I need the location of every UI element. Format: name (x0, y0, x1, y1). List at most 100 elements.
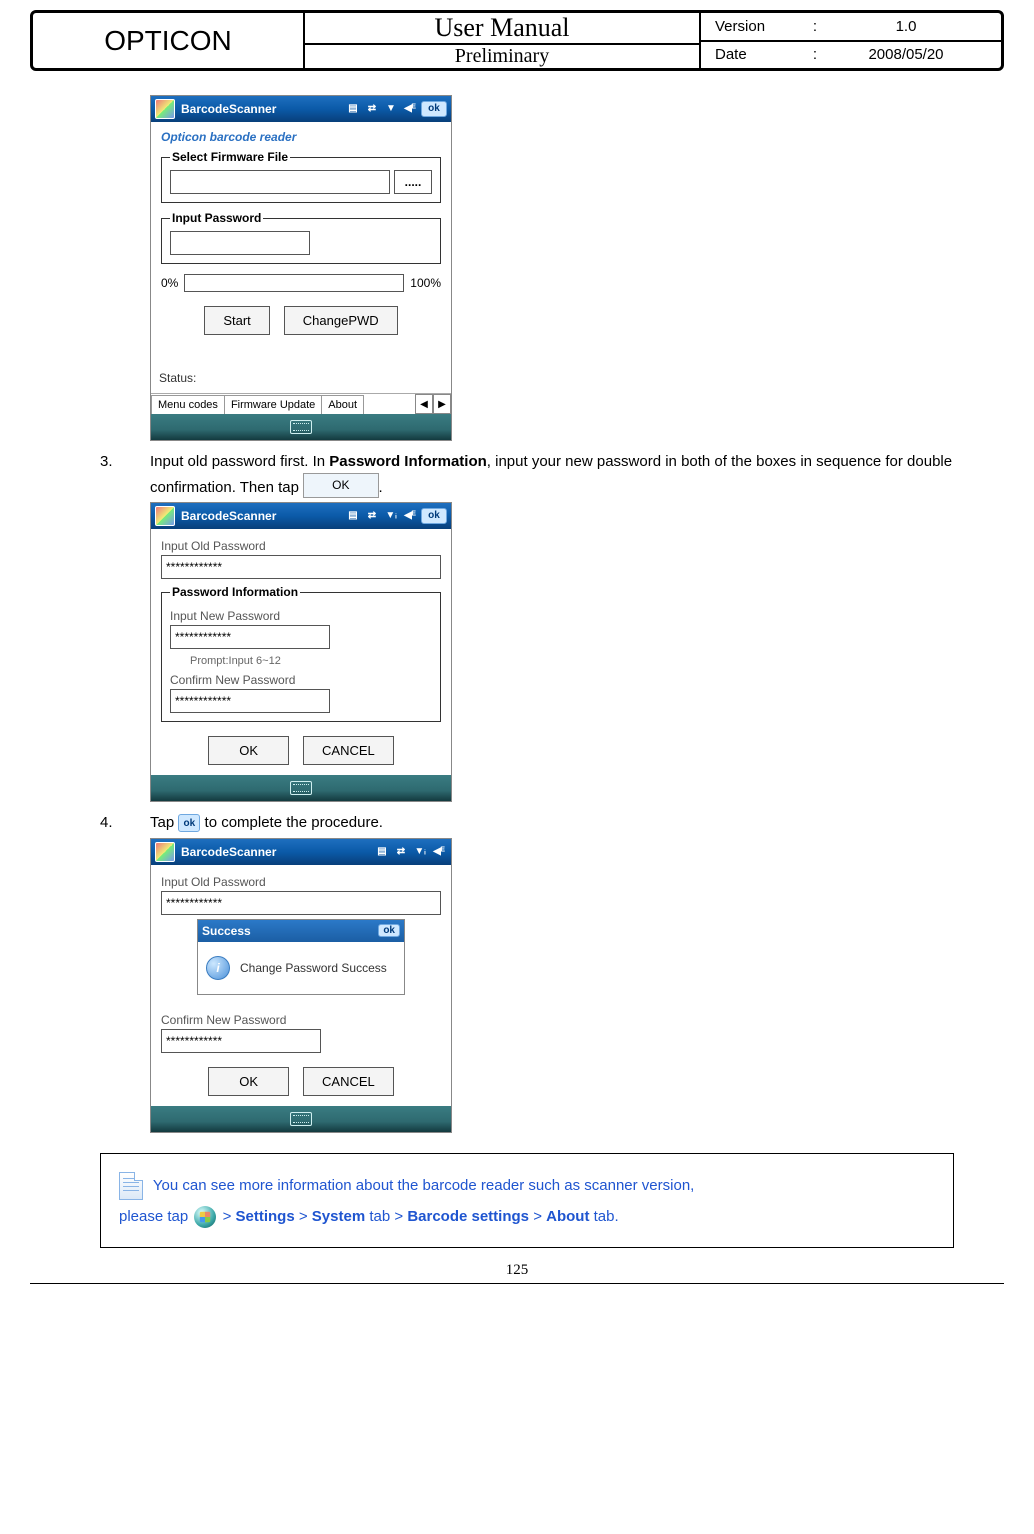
start-button[interactable]: Start (204, 306, 269, 335)
dialog-title: Success (202, 924, 251, 938)
ok-button-image: OK (303, 473, 378, 497)
sep: > (533, 1208, 546, 1225)
step-number: 4. (100, 810, 150, 836)
confirm-password-label: Confirm New Password (170, 673, 432, 687)
screenshot-firmware-update: BarcodeScanner ▤ ⇄ ▼ ◀ᴱ ok Opticon barco… (150, 95, 452, 441)
progress-100-label: 100% (410, 276, 441, 290)
doc-header: OPTICON User Manual Preliminary Version … (30, 10, 1004, 71)
keyboard-icon[interactable] (290, 1112, 312, 1126)
step-3: 3. Input old password first. In Password… (100, 449, 954, 500)
browse-button[interactable]: ..... (394, 170, 432, 194)
tray-icon: ⇄ (393, 845, 409, 859)
note-box: You can see more information about the b… (100, 1153, 954, 1248)
password-info-fieldset: Password Information Input New Password … (161, 585, 441, 722)
cancel-button[interactable]: CANCEL (303, 1067, 394, 1096)
sep: > (394, 1208, 407, 1225)
ok-button[interactable]: OK (208, 736, 289, 765)
step-text: Input old password first. In (150, 453, 329, 470)
soft-keyboard-bar (151, 414, 451, 440)
version-sep: : (805, 18, 825, 35)
window-title: BarcodeScanner (181, 845, 276, 859)
manual-subtitle: Preliminary (305, 45, 699, 68)
keyboard-icon[interactable] (290, 420, 312, 434)
password-info-legend: Password Information (170, 585, 300, 599)
window-titlebar: BarcodeScanner ▤ ⇄ ▼ᵢ ◀ᴱ (151, 839, 451, 865)
step-text: Tap (150, 814, 178, 831)
suffix: tab. (589, 1208, 618, 1225)
tab-scroll-left[interactable]: ◀ (415, 394, 433, 414)
old-password-label: Input Old Password (161, 875, 441, 889)
tab-scroll-right[interactable]: ▶ (433, 394, 451, 414)
app-banner: Opticon barcode reader (161, 130, 441, 144)
step-text: . (379, 479, 383, 496)
signal-icon: ▼ᵢ (412, 845, 428, 859)
volume-icon: ◀ᴱ (402, 509, 418, 523)
input-password-fieldset: Input Password (161, 211, 441, 264)
tab-firmware-update[interactable]: Firmware Update (224, 395, 322, 414)
success-dialog: Success ok i Change Password Success (197, 919, 405, 995)
select-firmware-legend: Select Firmware File (170, 150, 290, 164)
path-barcode-settings: Barcode settings (407, 1208, 529, 1225)
date-label: Date (715, 46, 805, 63)
soft-keyboard-bar (151, 1106, 451, 1132)
version-value: 1.0 (825, 18, 987, 35)
signal-icon: ▼ (383, 102, 399, 116)
confirm-password-label: Confirm New Password (161, 1013, 441, 1027)
tray-icon: ▤ (345, 509, 361, 523)
old-password-input[interactable]: ************ (161, 555, 441, 579)
keyboard-icon[interactable] (290, 781, 312, 795)
confirm-password-input[interactable]: ************ (161, 1029, 321, 1053)
tray-icon: ▤ (374, 845, 390, 859)
cancel-button[interactable]: CANCEL (303, 736, 394, 765)
window-title: BarcodeScanner (181, 102, 276, 116)
tab-about[interactable]: About (321, 395, 364, 414)
dialog-ok-button[interactable]: ok (378, 924, 400, 937)
version-label: Version (715, 18, 805, 35)
sep: > (223, 1208, 236, 1225)
new-password-input[interactable]: ************ (170, 625, 330, 649)
step-number: 3. (100, 449, 150, 500)
step-4: 4. Tap ok to complete the procedure. (100, 810, 954, 836)
progress-0-label: 0% (161, 276, 178, 290)
path-system: System (312, 1208, 365, 1225)
select-firmware-fieldset: Select Firmware File ..... (161, 150, 441, 203)
page-number: 125 (30, 1262, 1004, 1284)
dialog-message: Change Password Success (240, 961, 387, 975)
screenshot-success: BarcodeScanner ▤ ⇄ ▼ᵢ ◀ᴱ Input Old Passw… (150, 838, 452, 1133)
path-settings: Settings (236, 1208, 295, 1225)
tray-icon: ⇄ (364, 102, 380, 116)
tab-menu-codes[interactable]: Menu codes (151, 395, 225, 414)
sep: > (299, 1208, 312, 1225)
changepwd-button[interactable]: ChangePWD (284, 306, 398, 335)
window-title: BarcodeScanner (181, 509, 276, 523)
ok-button[interactable]: ok (421, 508, 447, 524)
soft-keyboard-bar (151, 775, 451, 801)
app-icon (155, 99, 175, 119)
ok-button[interactable]: OK (208, 1067, 289, 1096)
confirm-password-input[interactable]: ************ (170, 689, 330, 713)
app-icon (155, 842, 175, 862)
document-icon (119, 1172, 143, 1200)
signal-icon: ▼ᵢ (383, 509, 399, 523)
old-password-input[interactable]: ************ (161, 891, 441, 915)
suffix: tab (365, 1208, 390, 1225)
date-sep: : (805, 46, 825, 63)
input-password-legend: Input Password (170, 211, 263, 225)
info-icon: i (206, 956, 230, 980)
window-titlebar: BarcodeScanner ▤ ⇄ ▼ᵢ ◀ᴱ ok (151, 503, 451, 529)
tray-icon: ⇄ (364, 509, 380, 523)
date-value: 2008/05/20 (825, 46, 987, 63)
manual-title: User Manual (305, 13, 699, 45)
firmware-file-input[interactable] (170, 170, 390, 194)
app-icon (155, 506, 175, 526)
brand: OPTICON (33, 13, 305, 68)
tray-icon: ▤ (345, 102, 361, 116)
volume-icon: ◀ᴱ (431, 845, 447, 859)
window-titlebar: BarcodeScanner ▤ ⇄ ▼ ◀ᴱ ok (151, 96, 451, 122)
status-label: Status: (159, 371, 441, 385)
note-text: You can see more information about the b… (149, 1177, 694, 1194)
ok-button[interactable]: ok (421, 101, 447, 117)
password-input[interactable] (170, 231, 310, 255)
path-about: About (546, 1208, 589, 1225)
new-password-label: Input New Password (170, 609, 432, 623)
